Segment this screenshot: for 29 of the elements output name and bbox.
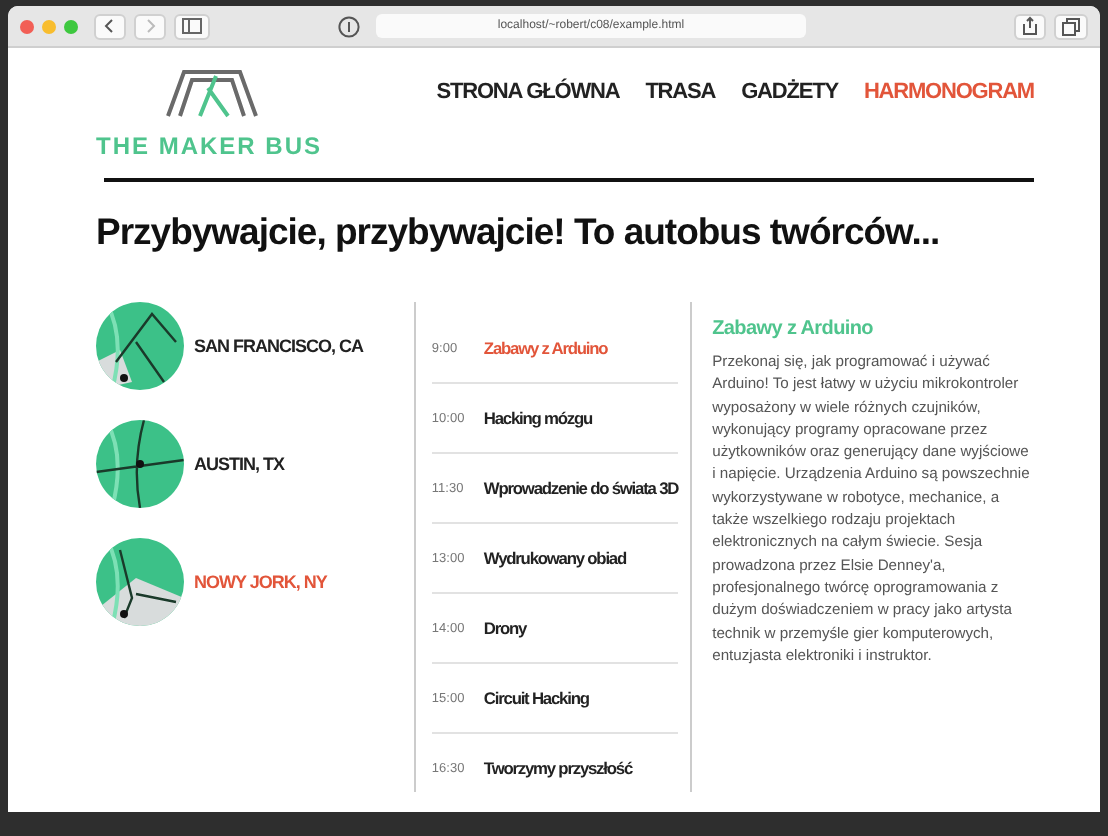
city-link[interactable]: SAN FRANCISCO, CA [194,336,364,356]
page-heading: Przybywajcie, przybywajcie! To autobus twórców... [96,210,942,254]
session-link[interactable]: Tworzymy przyszłość [483,758,633,778]
forward-icon [142,18,158,34]
back-icon [102,18,118,34]
info-icon[interactable] [338,15,360,37]
sidebar-icon [182,18,202,34]
session-link[interactable]: Hacking mózgu [483,408,593,428]
nav-link[interactable]: STRONA GŁÓWNA [436,80,620,104]
sidebar-button[interactable] [174,13,210,39]
share-icon [1022,16,1038,36]
city-link[interactable]: NOWY JORK, NY [194,572,327,592]
session-link[interactable]: Wprowadzenie do świata 3D [483,478,679,498]
back-button[interactable] [94,13,126,39]
tabs-icon [1062,17,1080,35]
session-link[interactable]: Wydrukowany obiad [483,548,627,568]
nav-link[interactable]: HARMONOGRAM [863,80,1034,104]
nav-link[interactable]: TRASA [645,80,716,104]
logo-text: THE MAKER BUS [96,132,323,160]
session-link[interactable]: Zabawy z Arduino [483,338,608,358]
nav-link[interactable]: GADŻETY [741,80,838,104]
share-button[interactable] [1014,13,1046,39]
city-link[interactable]: AUSTIN, TX [194,454,285,474]
session-link[interactable]: Drony [483,618,527,638]
session-title: Zabawy z Arduino [712,318,875,340]
tabs-button[interactable] [1054,13,1088,39]
logo-icon [164,68,264,120]
close-icon[interactable] [20,19,34,33]
session-link[interactable]: Circuit Hacking [483,688,589,708]
